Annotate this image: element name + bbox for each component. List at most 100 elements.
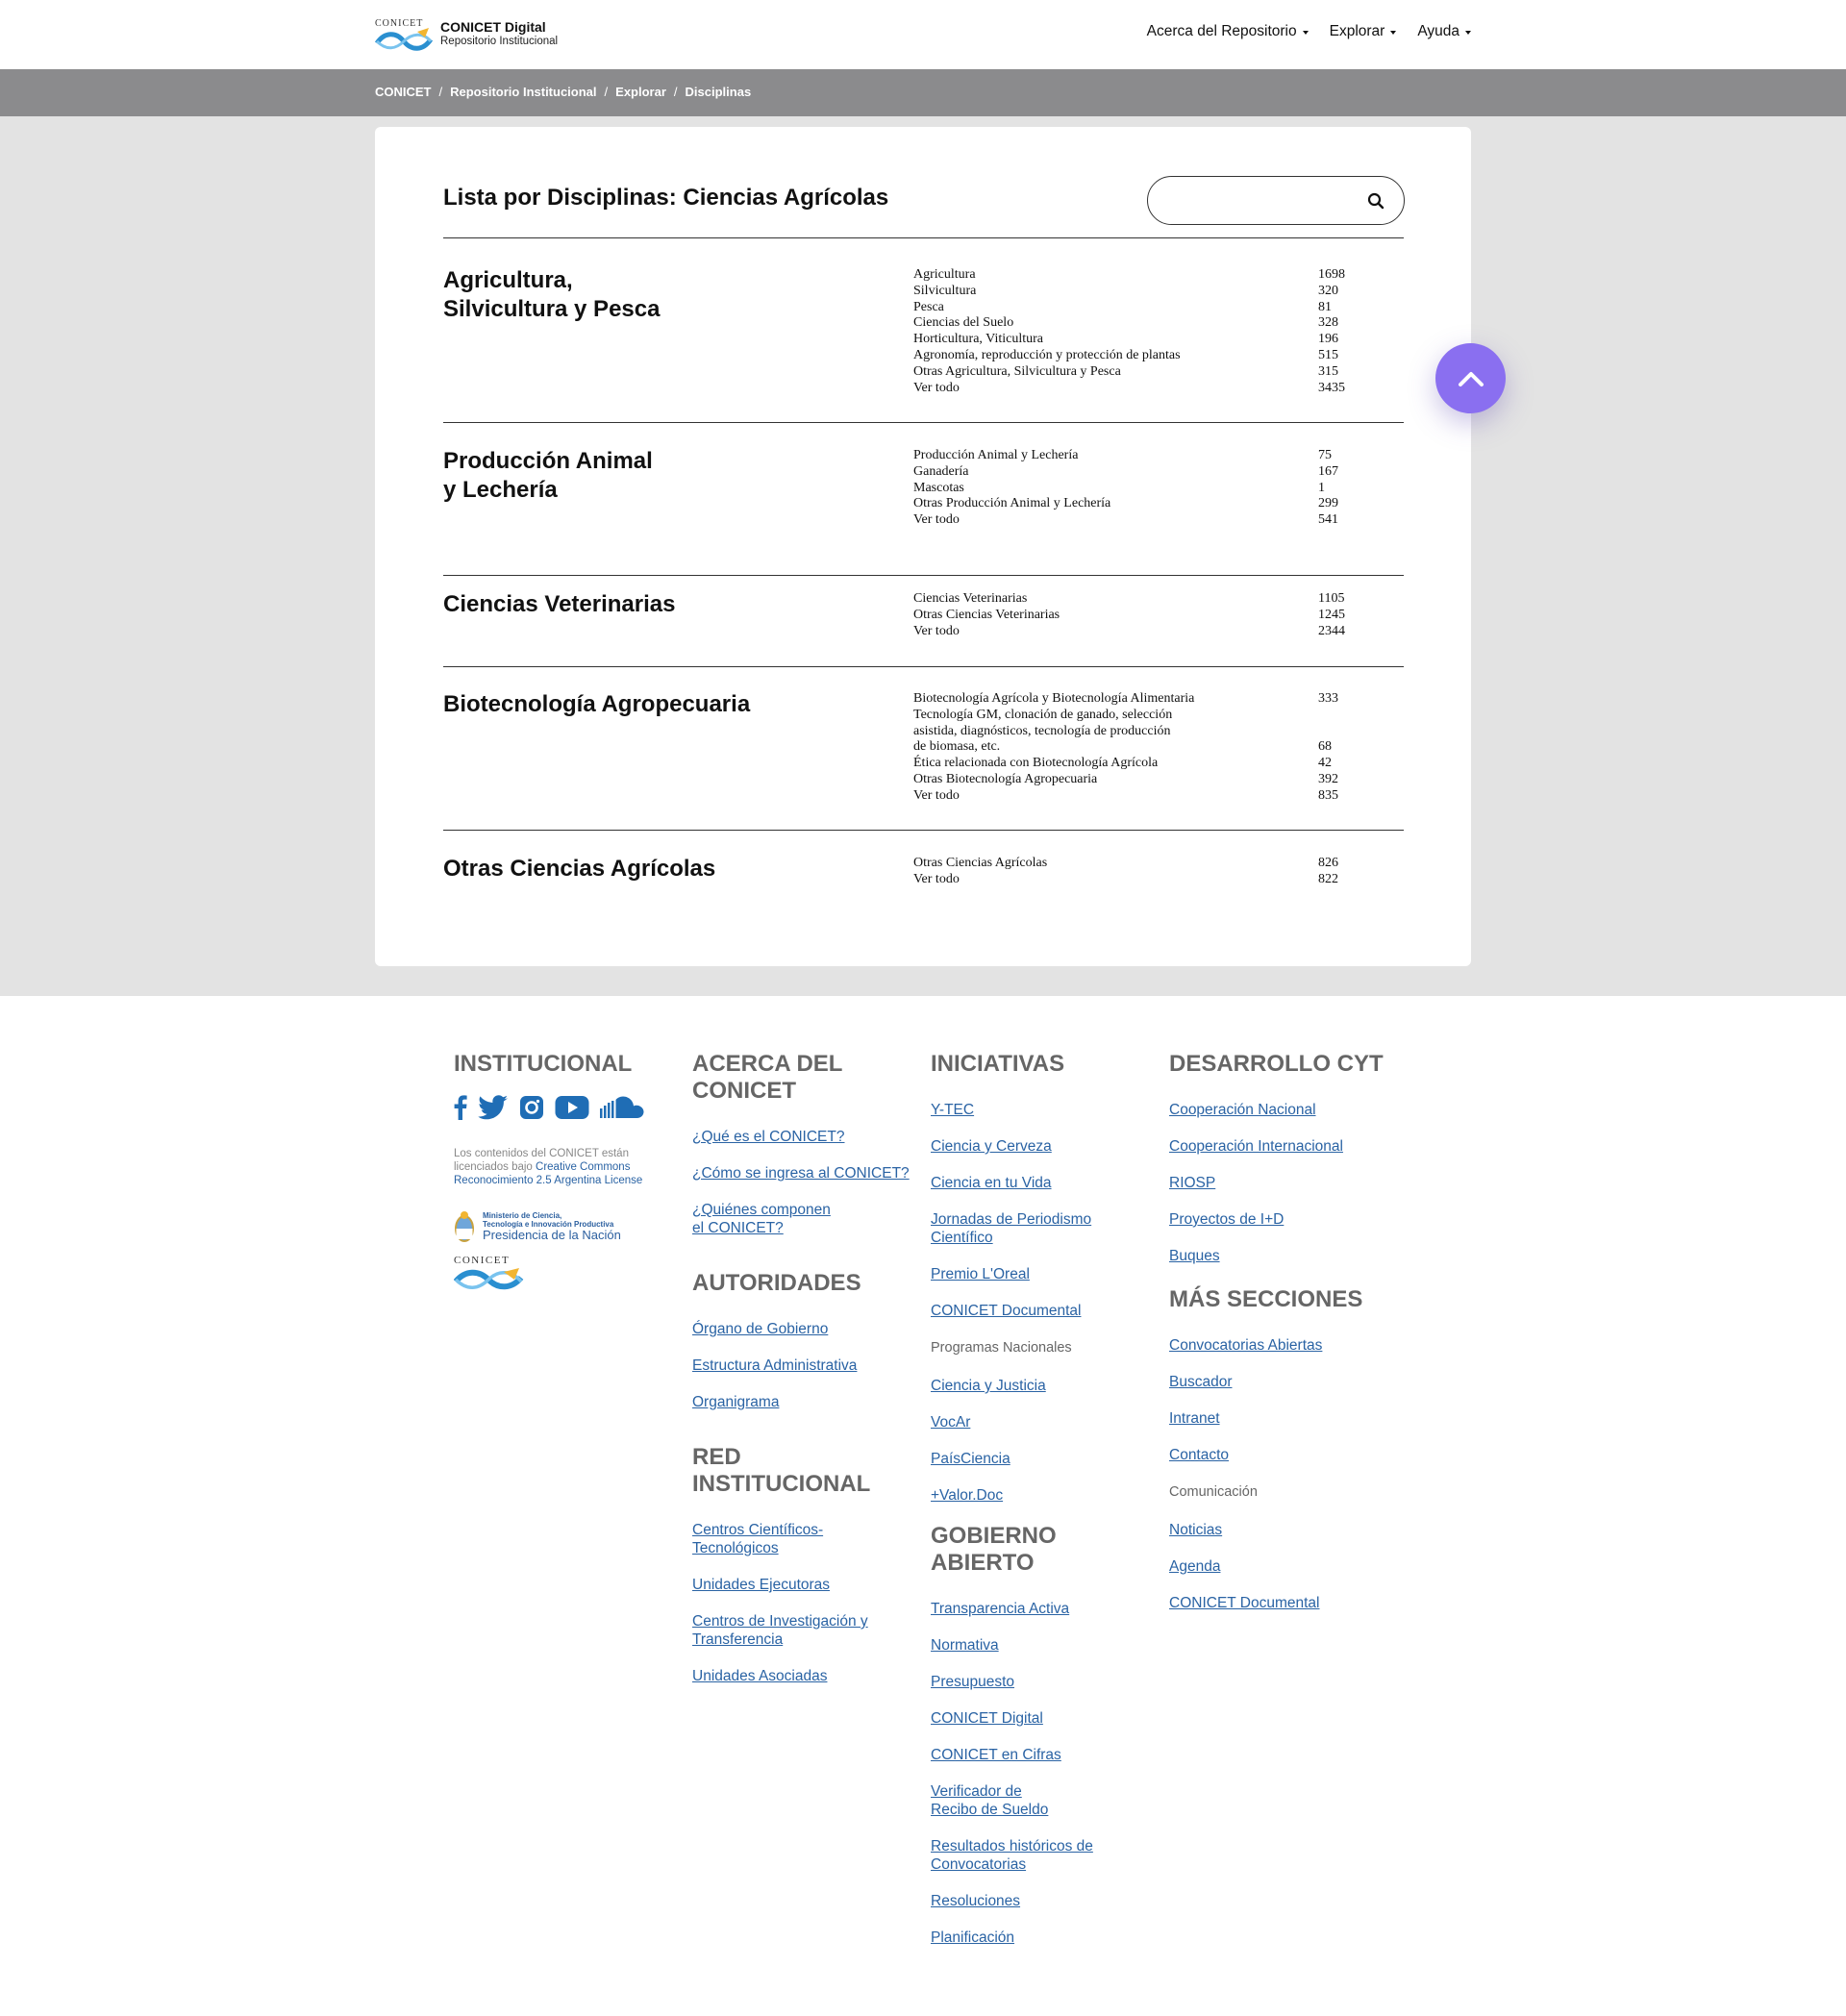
footer-link[interactable]: Noticias <box>1169 1521 1400 1539</box>
list-item[interactable]: Mascotas 1 <box>913 481 1356 497</box>
list-item[interactable]: Agronomía, reproducción y protección de … <box>913 348 1356 364</box>
discipline-link[interactable]: Otras Ciencias Veterinarias <box>913 608 1318 624</box>
discipline-link[interactable]: Agronomía, reproducción y protección de … <box>913 348 1318 364</box>
footer-link[interactable]: CONICET Documental <box>1169 1594 1400 1612</box>
footer-link[interactable]: Ciencia en tu Vida <box>931 1174 1161 1192</box>
ver-todo-link[interactable]: Ver todo <box>913 381 1318 397</box>
ver-todo-link[interactable]: Ver todo <box>913 512 1318 529</box>
footer-link[interactable]: Resultados históricos de Convocatorias <box>931 1837 1094 1874</box>
list-item[interactable]: Otras Producción Animal y Lechería 299 <box>913 496 1356 512</box>
ministry-logo[interactable]: Ministerio de Ciencia, Tecnología e Inno… <box>454 1210 685 1243</box>
footer-link[interactable]: ¿Cómo se ingresa al CONICET? <box>692 1164 923 1182</box>
list-item[interactable]: Otras Biotecnología Agropecuaria 392 <box>913 772 1356 788</box>
list-item[interactable]: Otras Ciencias Agrícolas 826 <box>913 856 1356 872</box>
list-item[interactable]: Biotecnología Agrícola y Biotecnología A… <box>913 691 1356 708</box>
list-item[interactable]: Silvicultura 320 <box>913 284 1356 300</box>
footer-link[interactable]: Convocatorias Abiertas <box>1169 1336 1400 1355</box>
discipline-link[interactable]: de biomasa, etc. <box>913 739 1318 756</box>
footer-link[interactable]: Unidades Asociadas <box>692 1667 923 1685</box>
site-logo[interactable]: CONICET CONICET Digital Repositorio Inst… <box>375 18 558 53</box>
footer-link[interactable]: Planificación <box>931 1929 1161 1947</box>
ver-todo-link[interactable]: Ver todo <box>913 788 1318 805</box>
footer-link[interactable]: Cooperación Internacional <box>1169 1137 1400 1156</box>
facebook-icon[interactable] <box>454 1095 467 1120</box>
list-item[interactable]: asistida, diagnósticos, tecnología de pr… <box>913 724 1356 740</box>
discipline-link[interactable]: Otras Biotecnología Agropecuaria <box>913 772 1318 788</box>
youtube-icon[interactable] <box>555 1095 589 1120</box>
discipline-link[interactable]: Ciencias del Suelo <box>913 315 1318 332</box>
footer-link[interactable]: Centros Científicos-Tecnológicos <box>692 1521 875 1557</box>
discipline-link[interactable]: asistida, diagnósticos, tecnología de pr… <box>913 724 1318 740</box>
breadcrumb-explorar[interactable]: Explorar <box>615 85 666 99</box>
search-icon[interactable] <box>1367 192 1384 210</box>
footer-link[interactable]: CONICET Documental <box>931 1302 1161 1320</box>
list-item[interactable]: Ver todo 835 <box>913 788 1356 805</box>
footer-link[interactable]: CONICET Digital <box>931 1709 1161 1728</box>
discipline-link[interactable]: Mascotas <box>913 481 1318 497</box>
discipline-link[interactable]: Otras Ciencias Agrícolas <box>913 856 1318 872</box>
footer-link[interactable]: Órgano de Gobierno <box>692 1320 923 1338</box>
discipline-link[interactable]: Silvicultura <box>913 284 1318 300</box>
list-item[interactable]: Ciencias Veterinarias 1105 <box>913 591 1356 608</box>
footer-link[interactable]: ¿Quiénes componen el CONICET? <box>692 1201 846 1237</box>
ver-todo-link[interactable]: Ver todo <box>913 624 1318 640</box>
footer-link[interactable]: Transparencia Activa <box>931 1600 1161 1618</box>
instagram-icon[interactable] <box>519 1095 544 1120</box>
footer-link[interactable]: Agenda <box>1169 1557 1400 1576</box>
footer-link[interactable]: ¿Qué es el CONICET? <box>692 1128 923 1146</box>
search-input[interactable] <box>1163 188 1356 213</box>
footer-link[interactable]: PaísCiencia <box>931 1450 1161 1468</box>
soundcloud-icon[interactable] <box>600 1095 644 1120</box>
footer-link[interactable]: Resoluciones <box>931 1892 1161 1910</box>
footer-conicet-logo[interactable]: CONICET <box>453 1255 685 1300</box>
footer-link[interactable]: Proyectos de I+D <box>1169 1210 1400 1229</box>
footer-link[interactable]: CONICET en Cifras <box>931 1746 1161 1764</box>
footer-link[interactable]: Y-TEC <box>931 1101 1161 1119</box>
discipline-link[interactable]: Ciencias Veterinarias <box>913 591 1318 608</box>
discipline-link[interactable]: Horticultura, Viticultura <box>913 332 1318 348</box>
ver-todo-link[interactable]: Ver todo <box>913 872 1318 888</box>
footer-link[interactable]: Organigrama <box>692 1393 923 1411</box>
list-item[interactable]: Tecnología GM, clonación de ganado, sele… <box>913 708 1356 724</box>
footer-link[interactable]: Ciencia y Cerveza <box>931 1137 1161 1156</box>
list-item[interactable]: Ver todo 3435 <box>913 381 1356 397</box>
search-box[interactable] <box>1147 176 1405 225</box>
list-item[interactable]: Agricultura 1698 <box>913 267 1356 284</box>
discipline-link[interactable]: Tecnología GM, clonación de ganado, sele… <box>913 708 1318 724</box>
discipline-link[interactable]: Pesca <box>913 300 1318 316</box>
footer-link[interactable]: Intranet <box>1169 1409 1400 1428</box>
footer-link[interactable]: VocAr <box>931 1413 1161 1431</box>
footer-link[interactable]: Normativa <box>931 1636 1161 1655</box>
breadcrumb-conicet[interactable]: CONICET <box>375 85 432 99</box>
list-item[interactable]: Otras Ciencias Veterinarias 1245 <box>913 608 1356 624</box>
discipline-link[interactable]: Otras Agricultura, Silvicultura y Pesca <box>913 364 1318 381</box>
list-item[interactable]: Ver todo 2344 <box>913 624 1356 640</box>
discipline-link[interactable]: Ganadería <box>913 464 1318 481</box>
list-item[interactable]: Otras Agricultura, Silvicultura y Pesca 3… <box>913 364 1356 381</box>
list-item[interactable]: Ética relacionada con Biotecnología Agrí… <box>913 756 1356 772</box>
footer-link[interactable]: Buques <box>1169 1247 1400 1265</box>
list-item[interactable]: Producción Animal y Lechería 75 <box>913 448 1356 464</box>
scroll-to-top-button[interactable] <box>1435 343 1506 413</box>
list-item[interactable]: Ver todo 541 <box>913 512 1356 529</box>
footer-link[interactable]: Jornadas de Periodismo Científico <box>931 1210 1113 1247</box>
discipline-link[interactable]: Biotecnología Agrícola y Biotecnología A… <box>913 691 1318 708</box>
footer-link[interactable]: Verificador de Recibo de Sueldo <box>931 1782 1056 1819</box>
footer-link[interactable]: Contacto <box>1169 1446 1400 1464</box>
footer-link[interactable]: +Valor.Doc <box>931 1486 1161 1505</box>
twitter-icon[interactable] <box>478 1095 509 1120</box>
nav-acerca-del-repositorio[interactable]: Acerca del Repositorio <box>1147 23 1309 40</box>
footer-link[interactable]: Unidades Ejecutoras <box>692 1576 923 1594</box>
footer-link[interactable]: Centros de Investigación y Transferencia <box>692 1612 875 1649</box>
list-item[interactable]: Ganadería 167 <box>913 464 1356 481</box>
list-item[interactable]: Horticultura, Viticultura 196 <box>913 332 1356 348</box>
discipline-link[interactable]: Producción Animal y Lechería <box>913 448 1318 464</box>
list-item[interactable]: Ver todo 822 <box>913 872 1356 888</box>
footer-link[interactable]: RIOSP <box>1169 1174 1400 1192</box>
list-item[interactable]: Ciencias del Suelo 328 <box>913 315 1356 332</box>
nav-explorar[interactable]: Explorar <box>1330 23 1397 40</box>
footer-link[interactable]: Premio L'Oreal <box>931 1265 1161 1283</box>
footer-link[interactable]: Presupuesto <box>931 1673 1161 1691</box>
list-item[interactable]: de biomasa, etc. 68 <box>913 739 1356 756</box>
footer-link[interactable]: Estructura Administrativa <box>692 1356 923 1375</box>
